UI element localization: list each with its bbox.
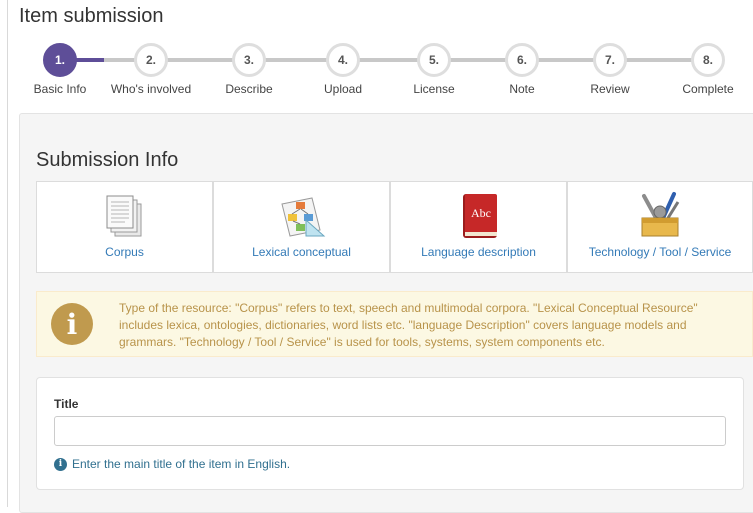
diagram-icon: [280, 197, 325, 237]
page-title: Item submission: [19, 5, 164, 27]
book-cover-text: Abc: [471, 206, 491, 220]
step-number: 5.: [417, 43, 451, 77]
type-technology-card[interactable]: Technology / Tool / Service: [567, 181, 753, 273]
step-label: Describe: [225, 82, 273, 96]
type-lexical-card[interactable]: Lexical conceptual: [213, 181, 390, 273]
alert-text: Type of the resource: "Corpus" refers to…: [119, 301, 698, 349]
type-label: Technology / Tool / Service: [588, 245, 732, 259]
step-number: 4.: [326, 43, 360, 77]
step-label: Basic Info: [33, 82, 87, 96]
step-number: 7.: [593, 43, 627, 77]
step-whos-involved[interactable]: 2. Who's involved: [101, 40, 201, 96]
step-number: 3.: [232, 43, 266, 77]
step-label: Note: [509, 82, 535, 96]
step-number: 1.: [43, 43, 77, 77]
info-icon: i: [54, 457, 67, 471]
title-help: i Enter the main title of the item in En…: [54, 457, 290, 471]
step-upload[interactable]: 4. Upload: [293, 40, 393, 96]
step-label: Who's involved: [110, 82, 192, 96]
step-complete[interactable]: 8. Complete: [658, 40, 753, 96]
type-label: Corpus: [105, 245, 144, 259]
step-label: License: [413, 82, 455, 96]
step-describe[interactable]: 3. Describe: [199, 40, 299, 96]
progress-stepper: 1. Basic Info 2. Who's involved 3. Descr…: [0, 40, 753, 100]
info-alert: i Type of the resource: "Corpus" refers …: [36, 291, 753, 357]
section-title: Submission Info: [36, 149, 179, 171]
step-label: Upload: [323, 82, 363, 96]
title-help-text: Enter the main title of the item in Engl…: [72, 457, 291, 471]
step-label: Review: [590, 82, 630, 96]
toolbox-icon: [641, 192, 680, 237]
step-number: 2.: [134, 43, 168, 77]
step-note[interactable]: 6. Note: [472, 40, 572, 96]
step-license[interactable]: 5. License: [384, 40, 484, 96]
step-basic-info[interactable]: 1. Basic Info: [10, 40, 110, 96]
step-label: Complete: [682, 82, 734, 96]
documents-icon: [106, 195, 141, 237]
type-corpus-card[interactable]: Corpus: [36, 181, 213, 273]
title-form-group: Title i Enter the main title of the item…: [36, 377, 744, 490]
step-number: 6.: [505, 43, 539, 77]
title-input[interactable]: [54, 416, 726, 446]
info-icon: i: [51, 303, 93, 345]
type-label: Language description: [421, 245, 536, 259]
type-label: Lexical conceptual: [252, 245, 351, 259]
type-language-description-card[interactable]: Abc Language description: [390, 181, 567, 273]
book-icon: Abc: [462, 194, 497, 238]
step-number: 8.: [691, 43, 725, 77]
step-review[interactable]: 7. Review: [560, 40, 660, 96]
title-label: Title: [54, 397, 79, 411]
